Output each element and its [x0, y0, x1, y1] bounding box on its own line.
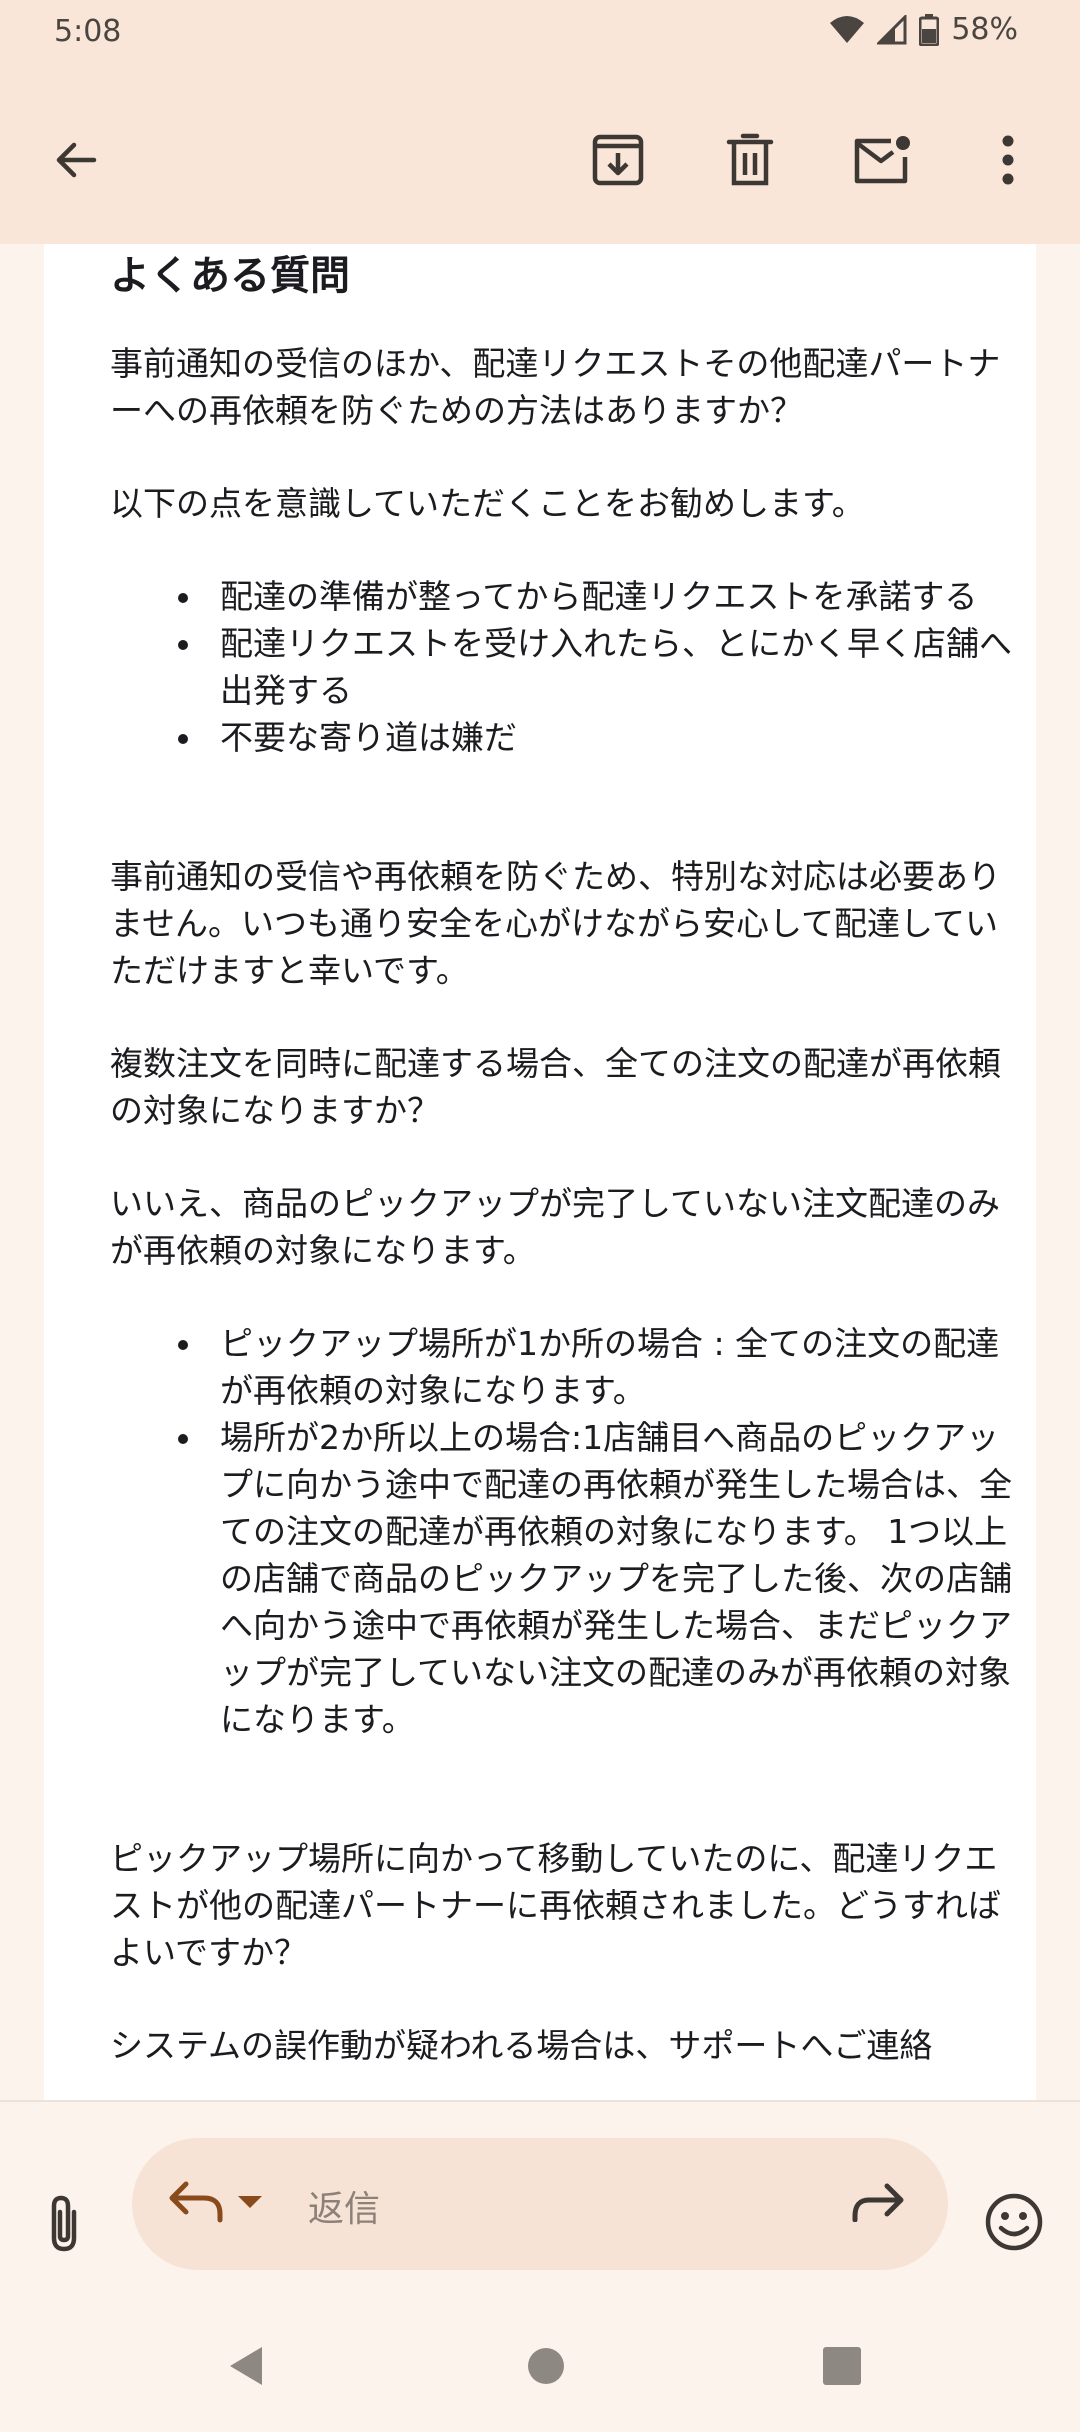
system-nav-bar	[0, 2300, 1080, 2432]
answer-1-intro: 以下の点を意識していただくことをお勧めします。	[110, 484, 865, 523]
circle-home-icon	[526, 2346, 566, 2390]
status-time: 5:08	[54, 14, 122, 49]
signal-icon	[877, 14, 907, 45]
question-1: 事前通知の受信のほか、配達リクエストその他配達パートナーへの再依頼を防ぐための方…	[110, 344, 1001, 430]
paperclip-icon	[44, 2194, 84, 2258]
back-arrow-icon	[52, 136, 100, 184]
more-vert-icon	[1000, 135, 1016, 185]
forward-button[interactable]	[838, 2164, 918, 2244]
answer-3: システムの誤作動が疑われる場合は、サポートへご連絡	[110, 2026, 933, 2065]
delete-button[interactable]	[710, 120, 790, 200]
faq-heading: よくある質問	[110, 253, 350, 299]
nav-recents-button[interactable]	[802, 2328, 882, 2408]
nav-back-button[interactable]	[206, 2328, 286, 2408]
top-app-bar	[0, 70, 1080, 244]
mark-unread-button[interactable]	[842, 120, 922, 200]
battery-icon	[919, 13, 940, 46]
list-item: 場所が2か所以上の場合:1店舗目へ商品のピックアップに向かう途中で配達の再依頼が…	[154, 1414, 1030, 1743]
chevron-down-icon	[236, 2194, 264, 2214]
answer-1-list: 配達の準備が整ってから配達リクエストを承諾する 配達リクエストを受け入れたら、と…	[154, 573, 1030, 761]
triangle-back-icon	[226, 2344, 266, 2392]
forward-icon	[851, 2182, 905, 2226]
email-body: よくある質問 事前通知の受信のほか、配達リクエストその他配達パートナーへの再依頼…	[110, 244, 1030, 2100]
archive-button[interactable]	[578, 120, 658, 200]
trash-icon	[726, 133, 774, 187]
list-item: 配達リクエストを受け入れたら、とにかく早く店舗へ出発する	[154, 620, 1030, 714]
nav-home-button[interactable]	[506, 2328, 586, 2408]
wifi-icon	[829, 15, 865, 45]
answer-2-list: ピックアップ場所が1か所の場合 : 全ての注文の配達が再依頼の対象になります。 …	[154, 1320, 1030, 1743]
emoji-icon	[984, 2192, 1044, 2256]
reply-field[interactable]: 返信	[132, 2138, 948, 2270]
emoji-button[interactable]	[972, 2182, 1056, 2266]
reply-placeholder: 返信	[308, 2189, 381, 2230]
status-icons: 58%	[829, 12, 1018, 47]
email-body-card: よくある質問 事前通知の受信のほか、配達リクエストその他配達パートナーへの再依頼…	[44, 244, 1036, 2100]
archive-icon	[591, 133, 645, 187]
reply-mode-button[interactable]	[168, 2164, 288, 2244]
question-2: 複数注文を同時に配達する場合、全ての注文の配達が再依頼の対象になりますか？	[110, 1044, 1001, 1130]
reply-icon	[168, 2180, 224, 2228]
answer-2-intro: いいえ、商品のピックアップが完了していない注文配達のみが再依頼の対象になります。	[110, 1184, 1001, 1270]
attach-button[interactable]	[24, 2186, 104, 2266]
square-recents-icon	[822, 2346, 862, 2390]
battery-percent: 58%	[951, 12, 1018, 47]
list-item: 配達の準備が整ってから配達リクエストを承諾する	[154, 573, 1030, 620]
list-item: 不要な寄り道は嫌だ	[154, 714, 1030, 761]
email-scroll-area[interactable]: よくある質問 事前通知の受信のほか、配達リクエストその他配達パートナーへの再依頼…	[0, 244, 1080, 2100]
mark-unread-icon	[853, 135, 911, 185]
list-item: ピックアップ場所が1か所の場合 : 全ての注文の配達が再依頼の対象になります。	[154, 1320, 1030, 1414]
answer-1-outro: 事前通知の受信や再依頼を防ぐため、特別な対応は必要ありません。いつも通り安全を心…	[110, 857, 1001, 990]
status-bar: 5:08 58%	[0, 0, 1080, 70]
more-options-button[interactable]	[968, 120, 1048, 200]
back-button[interactable]	[36, 120, 116, 200]
question-3: ピックアップ場所に向かって移動していたのに、配達リクエストが他の配達パートナーに…	[110, 1839, 1001, 1972]
